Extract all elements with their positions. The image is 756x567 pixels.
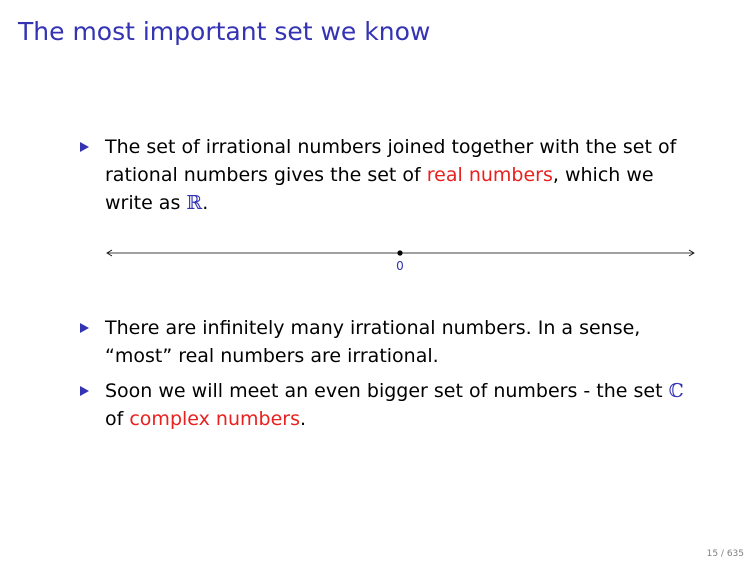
bullet-text: “most” real numbers are irrational.: [105, 345, 439, 367]
real-set-symbol: ℝ: [186, 192, 203, 214]
complex-set-symbol: ℂ: [668, 380, 684, 402]
frame-title: The most important set we know: [18, 17, 431, 46]
bullet-text: Soon we will meet an even bigger set of …: [105, 380, 669, 402]
highlight-term: complex numbers: [129, 408, 300, 430]
bullet-item-irrational: There are infinitely many irrational num…: [80, 314, 705, 370]
real-number-line: 0: [106, 249, 695, 273]
bullet-text: of: [105, 408, 130, 430]
bullet-text: There are infinitely many irrational num…: [105, 317, 641, 339]
highlight-term: real numbers: [426, 164, 553, 186]
bullet-text: The set of irrational numbers joined tog…: [105, 136, 677, 158]
triangle-bullet-icon: [80, 323, 89, 333]
zero-label: 0: [396, 259, 404, 273]
triangle-bullet-icon: [80, 386, 89, 396]
bullet-item-real-numbers: The set of irrational numbers joined tog…: [80, 133, 705, 217]
bullet-text: write as: [105, 192, 187, 214]
slide: The most important set we know The set o…: [0, 0, 756, 567]
zero-point-marker: [397, 250, 403, 256]
page-number: 15 / 635: [706, 549, 744, 559]
bullet-text: .: [299, 408, 307, 430]
bullet-item-complex: Soon we will meet an even bigger set of …: [80, 377, 705, 433]
triangle-bullet-icon: [80, 142, 89, 152]
bullet-text: rational numbers gives the set of: [105, 164, 427, 186]
bullet-text: .: [202, 192, 209, 214]
bullet-text: , which we: [552, 164, 654, 186]
